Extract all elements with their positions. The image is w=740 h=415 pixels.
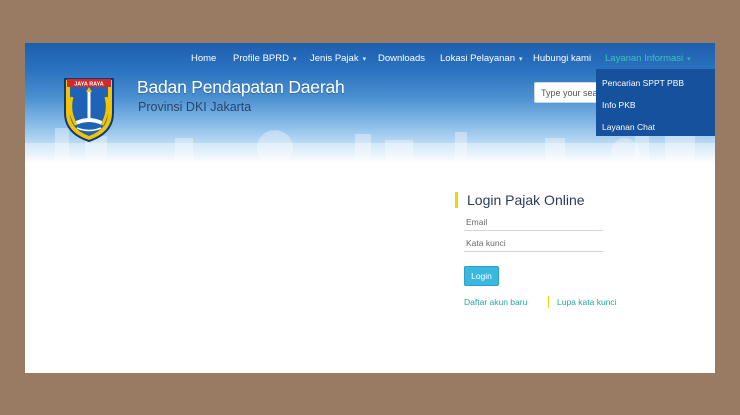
nav-item-label: Layanan Informasi — [605, 53, 684, 64]
logo-banner-text: JAYA RAYA — [74, 82, 104, 88]
layanan-informasi-dropdown-menu: Pencarian SPPT PBB Info PKB Layanan Chat — [596, 69, 715, 136]
nav-item-label: Hubungi kami — [533, 53, 592, 64]
chevron-down-icon: ▾ — [519, 56, 523, 63]
nav-item-layanan-informasi[interactable]: Layanan Informasi ▾ — [605, 53, 691, 64]
email-field[interactable] — [464, 213, 603, 231]
jakarta-crest-logo[interactable]: JAYA RAYA — [61, 75, 117, 143]
nav-item-lokasi-pelayanan[interactable]: Lokasi Pelayanan ▾ — [440, 53, 523, 64]
nav-item-label: Jenis Pajak — [310, 53, 359, 64]
nav-item-label: Home — [191, 53, 217, 64]
register-link[interactable]: Daftar akun baru — [464, 297, 527, 307]
forgot-password-link[interactable]: Lupa kata kunci — [557, 297, 617, 307]
dropdown-item-layanan-chat[interactable]: Layanan Chat — [602, 122, 655, 132]
nav-item-downloads[interactable]: Downloads — [378, 53, 425, 64]
chevron-down-icon: ▾ — [362, 56, 367, 63]
login-button[interactable]: Login — [464, 266, 499, 286]
nav-item-hubungi-kami[interactable]: Hubungi kami — [533, 53, 591, 64]
dropdown-item-info-pkb[interactable]: Info PKB — [602, 100, 636, 110]
nav-item-home[interactable]: Home — [191, 53, 216, 64]
login-title: Login Pajak Online — [455, 192, 585, 208]
password-field[interactable] — [464, 234, 603, 252]
dropdown-item-pencarian-sppt-pbb[interactable]: Pencarian SPPT PBB — [602, 78, 684, 88]
chevron-down-icon: ▾ — [292, 56, 297, 63]
chevron-down-icon: ▾ — [687, 56, 691, 63]
nav-item-label: Lokasi Pelayanan — [440, 53, 515, 64]
page: Home Profile BPRD ▾ Jenis Pajak ▾ Download… — [25, 43, 715, 373]
nav-item-jenis-pajak[interactable]: Jenis Pajak ▾ — [310, 53, 366, 64]
site-subtitle: Provinsi DKI Jakarta — [138, 100, 252, 114]
nav-item-label: Profile BPRD — [233, 53, 289, 64]
site-title: Badan Pendapatan Daerah — [137, 77, 345, 97]
nav-item-label: Downloads — [378, 53, 425, 64]
nav-item-profile-bprd[interactable]: Profile BPRD ▾ — [233, 53, 296, 64]
link-divider — [548, 296, 549, 308]
